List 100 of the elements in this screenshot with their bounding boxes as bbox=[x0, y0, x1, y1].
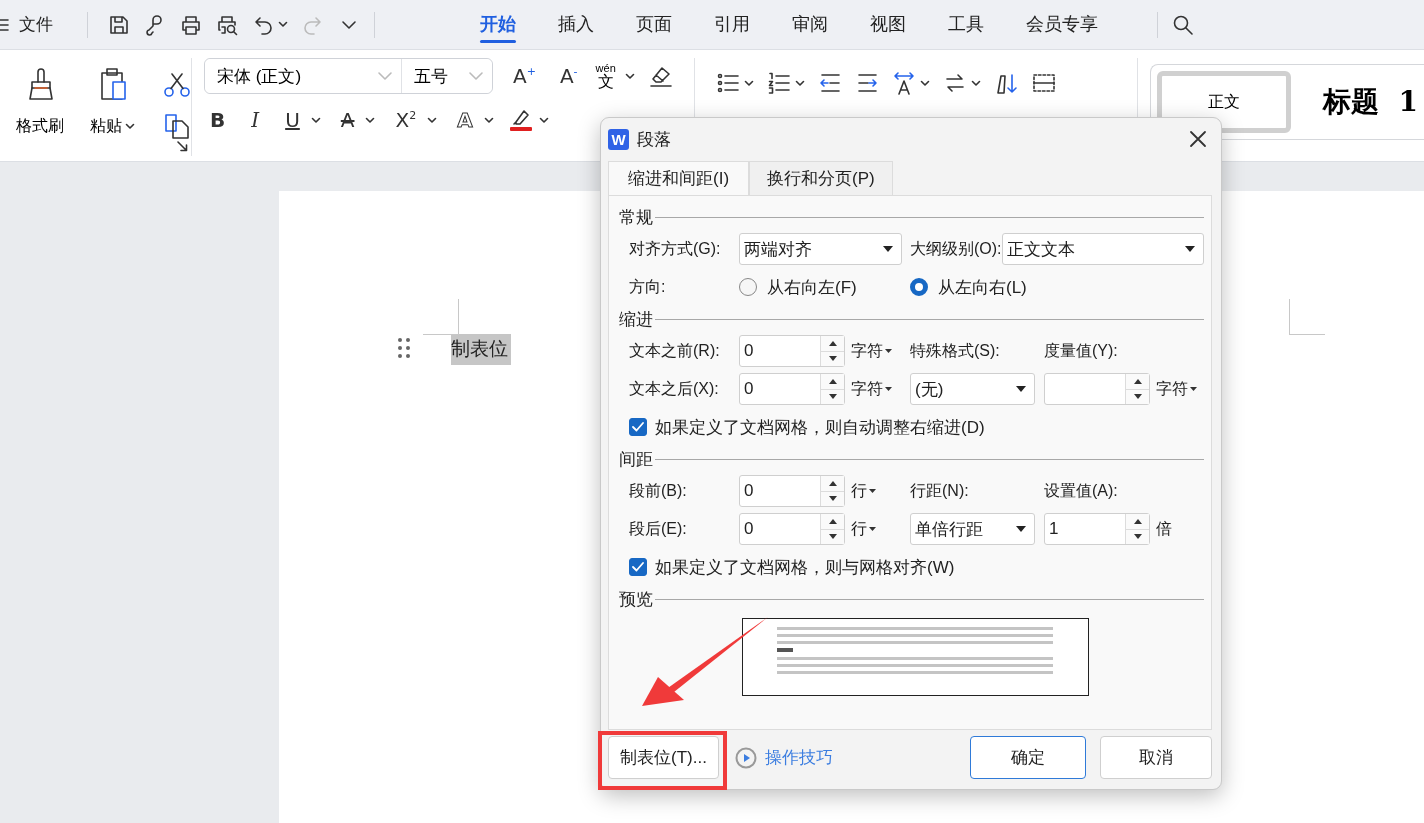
font-size-button[interactable]: A$^{+}$ bbox=[507, 66, 542, 86]
ribbon-tab[interactable]: 会员专享 bbox=[1005, 2, 1119, 47]
unit-dropdown[interactable]: 行 bbox=[851, 518, 876, 540]
cancel-button[interactable]: 取消 bbox=[1100, 736, 1212, 779]
spin-field[interactable]: 0 bbox=[739, 373, 845, 405]
dropdown-field[interactable]: (无) bbox=[910, 373, 1035, 405]
ribbon-tab[interactable]: 开始 bbox=[459, 2, 537, 47]
checkbox[interactable] bbox=[629, 558, 647, 576]
checkbox[interactable] bbox=[629, 418, 647, 436]
swap-arrows-icon[interactable] bbox=[943, 72, 967, 95]
spin-field[interactable]: 1 bbox=[1044, 513, 1150, 545]
search-icon[interactable] bbox=[1172, 13, 1194, 36]
caret-icon[interactable] bbox=[427, 116, 438, 124]
indent-icon[interactable] bbox=[855, 72, 879, 95]
triangle-down-icon bbox=[828, 496, 837, 502]
unit-dropdown[interactable]: 行 bbox=[851, 480, 876, 502]
caret-icon[interactable] bbox=[310, 116, 321, 124]
app-logo: W bbox=[608, 128, 629, 150]
text-effect-button[interactable]: A bbox=[451, 110, 479, 130]
spin-field[interactable]: 0 bbox=[739, 475, 845, 507]
triangle-up-icon bbox=[1133, 518, 1142, 524]
spin-up-button[interactable] bbox=[1126, 374, 1149, 389]
paste-button[interactable]: 粘贴 bbox=[84, 58, 141, 138]
caret-icon[interactable] bbox=[365, 116, 376, 124]
radio-option[interactable]: 从右向左(F) bbox=[739, 275, 910, 299]
unit-dropdown[interactable]: 字符 bbox=[1156, 378, 1197, 400]
drag-handle-icon[interactable] bbox=[397, 337, 411, 359]
highlighter-icon[interactable] bbox=[507, 107, 534, 133]
spin-up-button[interactable] bbox=[821, 514, 844, 529]
text-direction-icon[interactable] bbox=[892, 72, 916, 95]
underline-button[interactable]: U bbox=[279, 110, 306, 130]
tabs-button[interactable]: 制表位(T)... bbox=[608, 736, 719, 779]
caret-icon[interactable] bbox=[278, 21, 288, 28]
triangle-down-icon bbox=[1133, 534, 1142, 540]
eraser-icon[interactable] bbox=[648, 64, 673, 88]
unit-dropdown[interactable]: 字符 bbox=[851, 340, 892, 362]
caret-icon[interactable] bbox=[624, 72, 635, 80]
ribbon-tab[interactable]: 页面 bbox=[615, 2, 693, 47]
strikethrough-button[interactable]: A bbox=[334, 110, 361, 130]
ok-button[interactable]: 确定 bbox=[970, 736, 1086, 779]
ribbon-tab[interactable]: 工具 bbox=[927, 2, 1005, 47]
field-label: 设置值(A): bbox=[1044, 480, 1119, 501]
dialog-tab[interactable]: 换行和分页(P) bbox=[749, 161, 893, 196]
dialog-launcher-icon[interactable] bbox=[177, 141, 188, 152]
triangle-down-icon bbox=[828, 534, 837, 540]
superscript-button[interactable]: X$^{2}$ bbox=[389, 110, 423, 130]
caret-icon[interactable] bbox=[919, 80, 930, 87]
caret-icon bbox=[1016, 526, 1026, 532]
caret-icon[interactable] bbox=[970, 80, 981, 87]
chevron-down-icon bbox=[377, 71, 393, 81]
ribbon-tab[interactable]: 插入 bbox=[537, 2, 615, 47]
close-icon[interactable] bbox=[1188, 129, 1208, 149]
phonetic-guide-button[interactable]: wén 文 bbox=[595, 62, 616, 90]
caret-icon[interactable] bbox=[743, 80, 754, 87]
format-painter-button[interactable]: 格式刷 bbox=[10, 58, 70, 138]
dashed-border-icon[interactable] bbox=[1031, 72, 1055, 95]
triangle-down-icon bbox=[1133, 394, 1142, 400]
spin-up-button[interactable] bbox=[821, 336, 844, 351]
file-menu[interactable]: 文件 bbox=[19, 13, 53, 36]
save-icon[interactable] bbox=[108, 13, 130, 36]
unit-dropdown[interactable]: 字符 bbox=[851, 378, 892, 400]
checkbox-label: 如果定义了文档网格，则与网格对齐(W) bbox=[655, 556, 955, 579]
bulleted-list-icon[interactable] bbox=[716, 72, 740, 95]
caret-icon[interactable] bbox=[125, 123, 135, 130]
style-option[interactable]: 标题 1 bbox=[1317, 82, 1424, 122]
sort-icon[interactable] bbox=[994, 72, 1018, 95]
dropdown-field[interactable]: 两端对齐 bbox=[739, 233, 902, 265]
spin-up-button[interactable] bbox=[821, 374, 844, 389]
ribbon-tab[interactable]: 审阅 bbox=[771, 2, 849, 47]
field-label: 方向: bbox=[629, 276, 667, 297]
triangle-down-icon bbox=[828, 394, 837, 400]
bold-button[interactable]: B bbox=[204, 110, 232, 130]
spin-field[interactable]: 0 bbox=[739, 513, 845, 545]
section-title: 间距 bbox=[619, 448, 653, 471]
caret-icon[interactable] bbox=[538, 116, 549, 124]
ribbon-tab[interactable]: 视图 bbox=[849, 2, 927, 47]
font-family-dropdown[interactable]: 宋体 (正文) bbox=[205, 59, 402, 93]
copy-icon[interactable] bbox=[163, 112, 191, 140]
caret-icon[interactable] bbox=[483, 116, 494, 124]
spin-field[interactable]: 0 bbox=[739, 335, 845, 367]
caret-icon bbox=[869, 489, 876, 493]
spin-up-button[interactable] bbox=[1126, 514, 1149, 529]
radio-option[interactable]: 从左向右(L) bbox=[910, 275, 1044, 299]
font-size-button[interactable]: A$^{-}$ bbox=[553, 66, 584, 86]
ribbon-tab[interactable]: 引用 bbox=[693, 2, 771, 47]
dialog-tab[interactable]: 缩进和间距(I) bbox=[608, 161, 750, 196]
numbered-list-icon[interactable] bbox=[767, 72, 791, 95]
print-preview-icon[interactable] bbox=[216, 13, 238, 36]
caret-icon bbox=[885, 387, 892, 391]
scissors-icon[interactable] bbox=[163, 72, 191, 98]
spin-field[interactable] bbox=[1044, 373, 1150, 405]
caret-icon[interactable] bbox=[794, 80, 805, 87]
outdent-icon[interactable] bbox=[818, 72, 842, 95]
tips-link[interactable]: 操作技巧 bbox=[729, 745, 960, 770]
spin-up-button[interactable] bbox=[821, 476, 844, 491]
print-icon[interactable] bbox=[180, 13, 202, 36]
dropdown-field[interactable]: 单倍行距 bbox=[910, 513, 1035, 545]
dropdown-field[interactable]: 正文文本 bbox=[1001, 233, 1204, 265]
italic-button[interactable]: I bbox=[245, 110, 266, 130]
section-title: 预览 bbox=[619, 588, 653, 611]
